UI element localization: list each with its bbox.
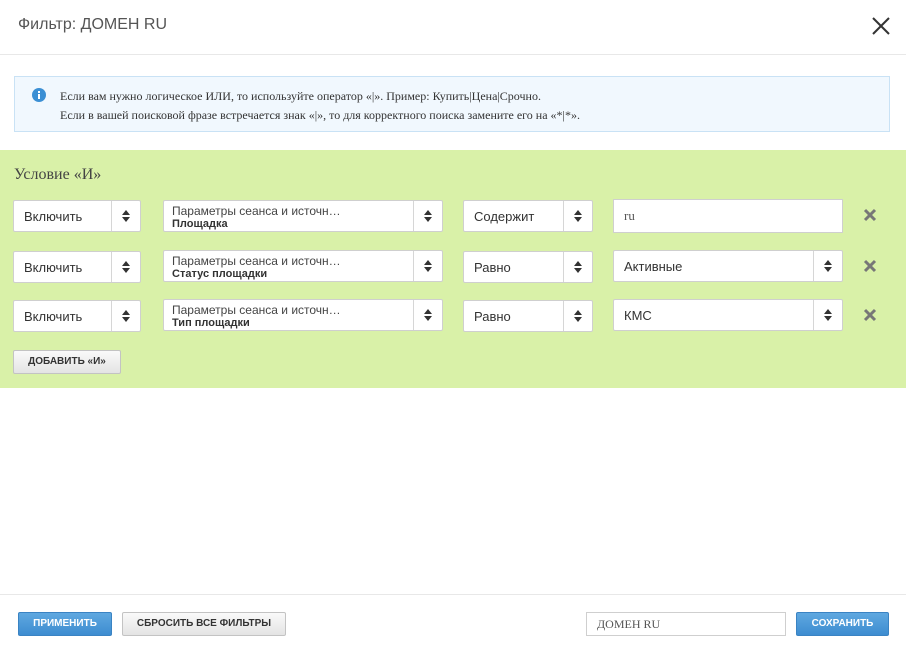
- group-title: Условие «И»: [14, 166, 102, 183]
- operator-select-row2[interactable]: Равно: [463, 251, 593, 283]
- select-arrows-icon: [813, 300, 842, 330]
- dialog-footer: ПРИМЕНИТЬ СБРОСИТЬ ВСЕ ФИЛЬТРЫ СОХРАНИТЬ: [0, 594, 906, 648]
- operator-select-row3[interactable]: Равно: [463, 300, 593, 332]
- value-select-value: КМС: [624, 308, 652, 323]
- param-select-row1[interactable]: Параметры сеанса и источн… Площадка: [163, 200, 443, 232]
- value-select-row2[interactable]: Активные: [613, 250, 843, 282]
- info-icon: [32, 88, 46, 102]
- select-arrows-icon: [413, 201, 442, 231]
- value-select-row3[interactable]: КМС: [613, 299, 843, 331]
- add-and-condition-button[interactable]: ДОБАВИТЬ «И»: [13, 350, 121, 374]
- operator-select-row1[interactable]: Содержит: [463, 200, 593, 232]
- select-arrows-icon: [563, 301, 592, 331]
- select-arrows-icon: [563, 252, 592, 282]
- mode-select-value: Включить: [24, 260, 83, 275]
- value-select-value: Активные: [624, 259, 683, 274]
- filter-name-input[interactable]: [586, 612, 786, 636]
- operator-value: Равно: [474, 260, 511, 275]
- select-arrows-icon: [413, 251, 442, 281]
- select-arrows-icon: [563, 201, 592, 231]
- select-arrows-icon: [111, 301, 140, 331]
- operator-value: Равно: [474, 309, 511, 324]
- dialog-header: Фильтр: ДОМЕН RU: [0, 0, 906, 55]
- apply-button[interactable]: ПРИМЕНИТЬ: [18, 612, 112, 636]
- select-arrows-icon: [413, 300, 442, 330]
- operator-value: Содержит: [474, 209, 535, 224]
- remove-condition-icon[interactable]: [863, 259, 877, 273]
- info-text-line2: Если в вашей поисковой фразе встречается…: [60, 108, 580, 122]
- mode-select-value: Включить: [24, 309, 83, 324]
- mode-select-row1[interactable]: Включить: [13, 200, 141, 232]
- close-icon[interactable]: [869, 14, 893, 38]
- remove-condition-icon[interactable]: [863, 208, 877, 222]
- mode-select-row3[interactable]: Включить: [13, 300, 141, 332]
- remove-condition-icon[interactable]: [863, 308, 877, 322]
- save-button[interactable]: СОХРАНИТЬ: [796, 612, 889, 636]
- reset-filters-button[interactable]: СБРОСИТЬ ВСЕ ФИЛЬТРЫ: [122, 612, 286, 636]
- info-box: Если вам нужно логическое ИЛИ, то исполь…: [14, 76, 890, 132]
- select-arrows-icon: [111, 201, 140, 231]
- select-arrows-icon: [111, 252, 140, 282]
- and-condition-group: Условие «И» Включить Параметры сеанса и …: [0, 150, 906, 388]
- mode-select-value: Включить: [24, 209, 83, 224]
- param-category: Параметры сеанса и источн…: [172, 303, 341, 317]
- param-category: Параметры сеанса и источн…: [172, 204, 341, 218]
- param-name: Тип площадки: [172, 317, 250, 329]
- param-name: Статус площадки: [172, 268, 268, 280]
- param-select-row2[interactable]: Параметры сеанса и источн… Статус площад…: [163, 250, 443, 282]
- value-input-row1[interactable]: [613, 199, 843, 233]
- param-name: Площадка: [172, 218, 228, 230]
- param-select-row3[interactable]: Параметры сеанса и источн… Тип площадки: [163, 299, 443, 331]
- mode-select-row2[interactable]: Включить: [13, 251, 141, 283]
- select-arrows-icon: [813, 251, 842, 281]
- dialog-title: Фильтр: ДОМЕН RU: [18, 16, 168, 33]
- param-category: Параметры сеанса и источн…: [172, 254, 341, 268]
- info-text-line1: Если вам нужно логическое ИЛИ, то исполь…: [60, 89, 541, 103]
